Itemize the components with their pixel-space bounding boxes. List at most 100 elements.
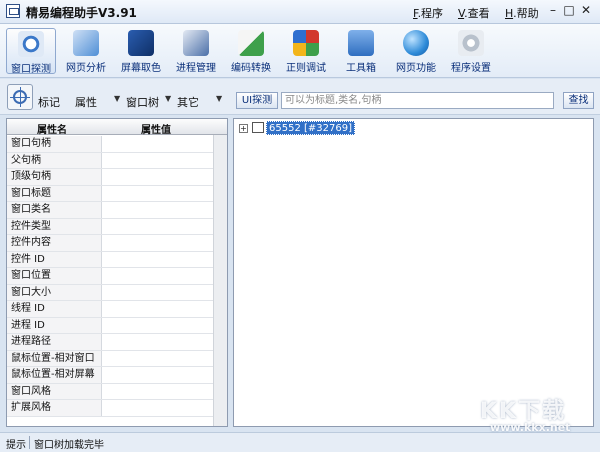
table-row[interactable]: 父句柄 xyxy=(7,152,213,169)
vertical-scrollbar[interactable] xyxy=(213,135,227,426)
property-name: 窗口位置 xyxy=(7,268,102,284)
property-value xyxy=(103,367,213,383)
property-value xyxy=(103,136,213,152)
table-row[interactable]: 窗口大小 xyxy=(7,284,213,301)
property-value xyxy=(103,202,213,218)
toolbox-icon xyxy=(348,30,374,56)
regex-debug-icon xyxy=(293,30,319,56)
property-value xyxy=(103,384,213,400)
menu-help-key: H xyxy=(505,7,514,20)
tool-window-probe-label: 窗口探测 xyxy=(11,64,51,75)
property-value xyxy=(103,252,213,268)
table-row[interactable]: 窗口风格 xyxy=(7,383,213,400)
table-row[interactable]: 窗口句柄 xyxy=(7,136,213,153)
property-name: 扩展风格 xyxy=(7,400,102,416)
property-value xyxy=(103,235,213,251)
status-message: 窗口树加载完毕 xyxy=(34,440,104,451)
table-row[interactable]: 鼠标位置-相对窗口 xyxy=(7,350,213,367)
status-bar: 提示 窗口树加载完毕 xyxy=(0,432,600,452)
table-row[interactable]: 控件 ID xyxy=(7,251,213,268)
tool-toolbox-label: 工具箱 xyxy=(346,63,376,74)
property-value xyxy=(103,153,213,169)
webpage-analysis-icon xyxy=(73,30,99,56)
property-name: 窗口句柄 xyxy=(7,136,102,152)
chevron-down-icon[interactable]: ▼ xyxy=(114,94,120,103)
option-window-tree[interactable]: 窗口树 xyxy=(126,94,159,110)
window-probe-icon xyxy=(18,31,44,57)
encoding-convert-icon xyxy=(238,30,264,56)
menu-program[interactable]: F.程序 xyxy=(413,5,443,21)
tool-settings[interactable]: 程序设置 xyxy=(446,28,496,74)
search-input[interactable] xyxy=(281,92,554,109)
table-row[interactable]: 鼠标位置-相对屏幕 xyxy=(7,367,213,384)
tool-regex-debug[interactable]: 正则调试 xyxy=(281,28,331,74)
maximize-button[interactable]: □ xyxy=(561,3,577,19)
tool-webpage-analysis[interactable]: 网页分析 xyxy=(61,28,111,74)
tool-toolbox[interactable]: 工具箱 xyxy=(336,28,386,74)
table-row[interactable]: 窗口类名 xyxy=(7,202,213,219)
find-button[interactable]: 查找 xyxy=(563,92,594,109)
properties-header: 属性名 属性值 xyxy=(7,119,227,136)
tree-node-root[interactable]: 65552 [#32769] xyxy=(266,121,355,135)
menu-program-label: .程序 xyxy=(417,7,444,20)
table-row[interactable]: 控件内容 xyxy=(7,235,213,252)
table-row[interactable]: 扩展风格 xyxy=(7,400,213,417)
minimize-button[interactable]: – xyxy=(545,3,561,19)
chevron-down-icon[interactable]: ▼ xyxy=(216,94,222,103)
menu-help[interactable]: H.帮助 xyxy=(505,5,539,21)
tool-webpage-analysis-label: 网页分析 xyxy=(66,63,106,74)
property-value xyxy=(103,268,213,284)
property-name: 控件 ID xyxy=(7,251,102,267)
tool-web-function[interactable]: 网页功能 xyxy=(391,28,441,74)
close-button[interactable]: ✕ xyxy=(578,3,594,19)
title-bar: 精易编程助手V3.91 F.程序 V.查看 H.帮助 – □ ✕ xyxy=(0,0,600,24)
ui-probe-button[interactable]: UI探测 xyxy=(236,92,278,109)
tool-web-function-label: 网页功能 xyxy=(396,63,436,74)
property-name: 进程 ID xyxy=(7,317,102,333)
property-name: 窗口风格 xyxy=(7,383,102,399)
menu-view[interactable]: V.查看 xyxy=(458,5,490,21)
table-row[interactable]: 线程 ID xyxy=(7,301,213,318)
properties-table: 属性名 属性值 窗口句柄 父句柄 顶级句柄 窗口标题 窗口类名 控件类型 控件内容 控件 ID… xyxy=(6,118,228,427)
main-toolbar: 窗口探测 网页分析 屏幕取色 进程管理 编码转换 正则调试 工具箱 网页功能 程… xyxy=(0,24,600,78)
property-name: 线程 ID xyxy=(7,301,102,317)
table-row[interactable]: 窗口标题 xyxy=(7,185,213,202)
column-header-name: 属性名 xyxy=(37,125,67,136)
property-name: 窗口标题 xyxy=(7,185,102,201)
property-name: 窗口大小 xyxy=(7,284,102,300)
app-icon xyxy=(6,4,20,18)
option-mark[interactable]: 标记 xyxy=(38,94,60,110)
status-separator xyxy=(29,436,30,449)
property-value xyxy=(103,169,213,185)
table-row[interactable]: 进程 ID xyxy=(7,317,213,334)
tool-color-picker[interactable]: 屏幕取色 xyxy=(116,28,166,74)
window-title: 精易编程助手V3.91 xyxy=(26,6,137,20)
tool-process-manager[interactable]: 进程管理 xyxy=(171,28,221,74)
tool-color-picker-label: 屏幕取色 xyxy=(121,63,161,74)
window-tree: + 65552 [#32769] xyxy=(233,118,594,427)
table-row[interactable]: 顶级句柄 xyxy=(7,169,213,186)
option-property[interactable]: 属性 xyxy=(75,94,97,110)
property-value xyxy=(103,219,213,235)
tool-window-probe[interactable]: 窗口探测 xyxy=(6,28,56,75)
table-row[interactable]: 控件类型 xyxy=(7,218,213,235)
property-value xyxy=(103,400,213,416)
menu-view-label: .查看 xyxy=(464,7,490,20)
process-manager-icon xyxy=(183,30,209,56)
property-value xyxy=(103,351,213,367)
expand-icon[interactable]: + xyxy=(239,124,248,133)
property-name: 父句柄 xyxy=(7,152,102,168)
column-header-value: 属性值 xyxy=(141,125,171,136)
property-name: 窗口类名 xyxy=(7,202,102,218)
table-row[interactable]: 进程路径 xyxy=(7,334,213,351)
tool-encoding-convert[interactable]: 编码转换 xyxy=(226,28,276,74)
option-other[interactable]: 其它 xyxy=(177,94,199,110)
chevron-down-icon[interactable]: ▼ xyxy=(165,94,171,103)
tool-regex-debug-label: 正则调试 xyxy=(286,63,326,74)
property-value xyxy=(103,318,213,334)
crosshair-icon[interactable] xyxy=(7,84,33,110)
settings-icon xyxy=(458,30,484,56)
tool-process-manager-label: 进程管理 xyxy=(176,63,216,74)
table-row[interactable]: 窗口位置 xyxy=(7,268,213,285)
tool-encoding-convert-label: 编码转换 xyxy=(231,63,271,74)
